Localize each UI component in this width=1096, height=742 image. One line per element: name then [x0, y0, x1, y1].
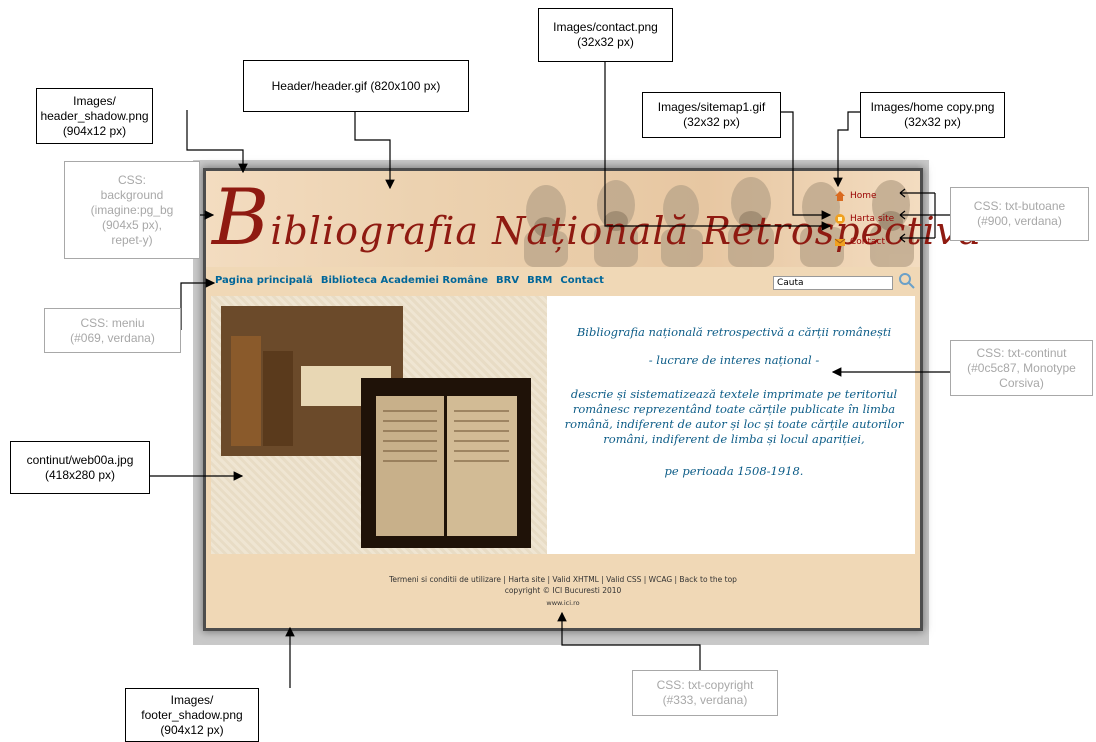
top-button-home[interactable]: Home [834, 184, 914, 207]
home-icon [835, 190, 845, 201]
annotation-header-shadow: Images/header_shadow.png (904x12 px) [36, 88, 153, 144]
content-line-subtitle: - lucrare de interes național - [648, 353, 820, 367]
menu-item-pagina-principala[interactable]: Pagina principală [215, 275, 313, 286]
menu-item-brv[interactable]: BRV [496, 275, 519, 286]
annotation-contact-png: Images/contact.png (32x32 px) [538, 8, 673, 62]
annotation-continut-jpg: continut/web00a.jpg (418x280 px) [10, 441, 150, 494]
content-line-body: descrie și sistematizează textele imprim… [564, 387, 904, 446]
site-logo[interactable]: Bibliografia Națională Retrospectivă [212, 178, 981, 258]
home-label: Home [850, 190, 877, 201]
top-button-contact[interactable]: Contact [834, 230, 914, 253]
site-footer: Termeni si conditii de utilizare | Harta… [211, 558, 915, 620]
menu-item-brm[interactable]: BRM [527, 275, 552, 286]
books-photo [211, 296, 547, 554]
content-text: Bibliografia națională retrospectivă a c… [554, 325, 914, 479]
content-line-period: pe perioada 1508-1918. [664, 464, 804, 478]
contact-icon [834, 238, 846, 246]
annotation-css-butoane: CSS: txt-butoane (#900, verdana) [950, 187, 1089, 241]
main-menu: Pagina principală Biblioteca Academiei R… [215, 275, 604, 286]
top-buttons: Home Harta site Contact [834, 184, 914, 253]
search-icon[interactable] [898, 272, 916, 290]
annotation-css-continut: CSS: txt-continut (#0c5c87, Monotype Corsi… [950, 340, 1093, 396]
books-illustration [221, 306, 531, 548]
annotation-header-gif: Header/header.gif (820x100 px) [243, 60, 469, 112]
content-line-title: Bibliografia națională retrospectivă a c… [576, 325, 892, 339]
annotation-home-png: Images/home copy.png (32x32 px) [860, 92, 1005, 138]
top-button-sitemap[interactable]: Harta site [834, 207, 914, 230]
annotation-css-copyright: CSS: txt-copyright (#333, verdana) [632, 670, 778, 716]
annotation-footer-shadow: Images/footer_shadow.png (904x12 px) [125, 688, 259, 742]
annotation-sitemap-gif: Images/sitemap1.gif (32x32 px) [642, 92, 781, 138]
menu-item-biblioteca[interactable]: Biblioteca Academiei Române [321, 275, 488, 286]
menu-item-contact[interactable]: Contact [560, 275, 604, 286]
annotation-css-meniu: CSS: meniu (#069, verdana) [44, 308, 181, 353]
sitemap-label: Harta site [850, 213, 895, 224]
annotation-css-background: CSS: background (imagine:pg_bg (904x5 px), r… [64, 161, 200, 259]
footer-links[interactable]: Termeni si conditii de utilizare | Harta… [211, 575, 915, 584]
search-input[interactable]: Cauta [773, 276, 893, 290]
footer-copyright: copyright © ICI Bucuresti 2010 [504, 586, 622, 595]
sitemap-icon [835, 213, 845, 224]
footer-url[interactable]: www.ici.ro [211, 599, 915, 607]
contact-label: Contact [850, 236, 886, 247]
